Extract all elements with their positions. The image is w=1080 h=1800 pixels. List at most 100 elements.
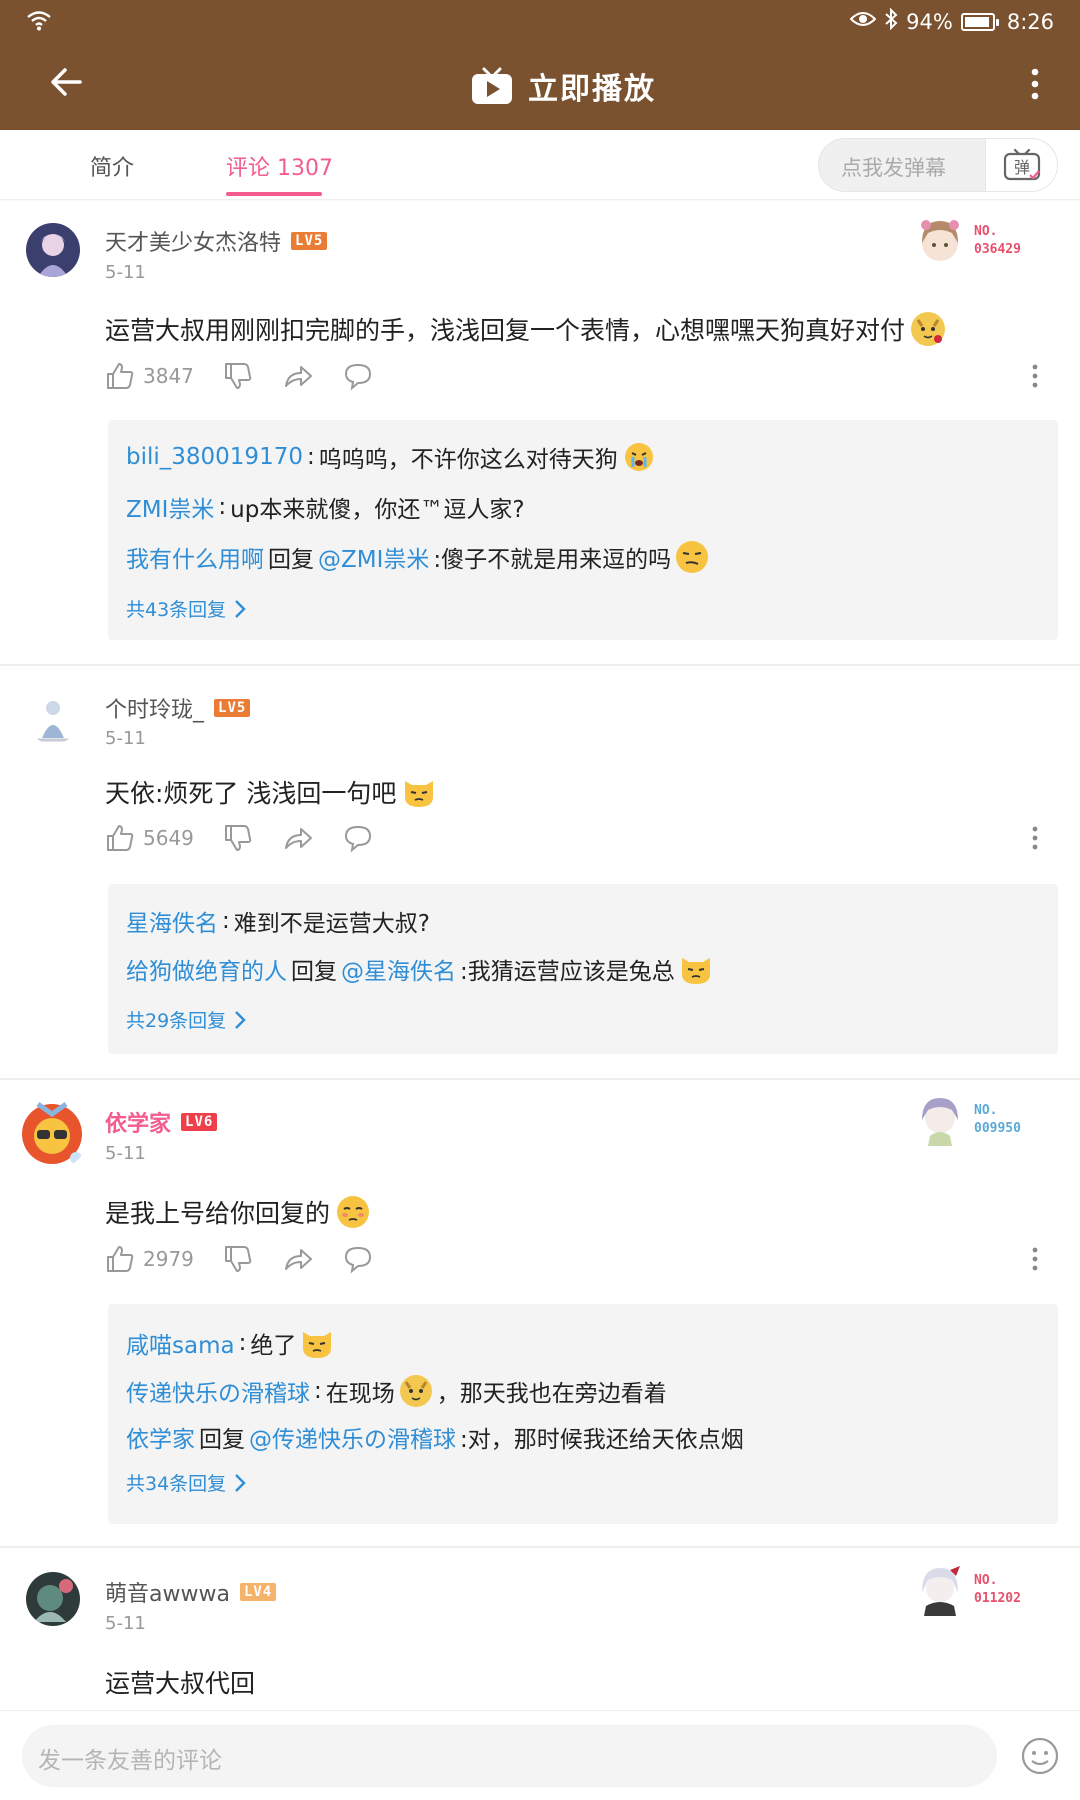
view-all-replies-link[interactable]: 共34条回复 <box>126 1469 246 1496</box>
chevron-right-icon <box>235 1010 246 1029</box>
like-count: 5649 <box>143 826 194 850</box>
reply-text: 在现场 <box>325 1381 395 1407</box>
avatar[interactable] <box>26 690 80 744</box>
reply-target[interactable]: @传递快乐の滑稽球 <box>249 1420 456 1454</box>
avatar[interactable] <box>26 1572 80 1626</box>
comment-actions: 2979 <box>105 1244 1055 1284</box>
reply-username[interactable]: bili_380019170 <box>126 444 303 470</box>
comment-menu-button[interactable] <box>1030 1244 1040 1274</box>
comment-compose-bar: 发一条友善的评论 <box>0 1710 1080 1800</box>
back-button[interactable] <box>40 58 90 108</box>
doge-emoji-icon <box>399 1374 433 1408</box>
fan-avatar-icon <box>921 220 959 261</box>
share-icon <box>285 366 312 387</box>
cat-emoji-icon <box>300 1326 334 1360</box>
like-count: 2979 <box>143 1247 194 1271</box>
reply-preview-box[interactable]: 星海佚名: 难到不是运营大叔? 给狗做绝育的人 回复 @星海佚名 :我猜运营应该… <box>108 884 1058 1054</box>
comment-menu-button[interactable] <box>1030 823 1040 853</box>
speech-bubble-icon <box>344 825 372 853</box>
reply-item[interactable]: 星海佚名: 难到不是运营大叔? <box>126 904 430 938</box>
reply-button[interactable] <box>343 823 373 853</box>
emoji-picker-button[interactable] <box>1020 1736 1060 1776</box>
active-tab-indicator <box>226 192 322 196</box>
danmaku-toggle-button[interactable]: 弹 <box>985 139 1057 191</box>
avatar[interactable] <box>14 1094 90 1170</box>
reply-username[interactable]: 咸喵sama <box>126 1326 235 1360</box>
dislike-button[interactable] <box>223 1244 253 1274</box>
reply-text: :傻子不就是用来逗的吗 <box>433 547 672 573</box>
reply-username[interactable]: 传递快乐の滑稽球 <box>126 1374 310 1408</box>
reply-item[interactable]: bili_380019170: 呜呜呜，不许你这么对待天狗 <box>126 440 656 474</box>
like-button[interactable]: 5649 <box>105 823 194 853</box>
level-badge: LV4 <box>239 1583 277 1601</box>
reply-item[interactable]: 给狗做绝育的人 回复 @星海佚名 :我猜运营应该是兔总 <box>126 952 713 986</box>
danmaku-input[interactable]: 点我发弹幕 弹 <box>818 138 1058 192</box>
share-button[interactable] <box>283 1244 313 1274</box>
doge-rose-emoji-icon <box>911 312 946 346</box>
reply-button[interactable] <box>343 1244 373 1274</box>
chevron-right-icon <box>235 1473 246 1492</box>
play-now-label: 立即播放 <box>528 72 656 107</box>
tab-bar: 简介 评论 1307 点我发弹幕 弹 <box>0 130 1080 200</box>
more-options-button[interactable] <box>1020 60 1050 110</box>
status-bar: 94% 8:26 <box>0 0 1080 44</box>
comment-username[interactable]: 萌音awwwa LV4 <box>105 1576 277 1608</box>
comment-date: 5-11 <box>105 1143 146 1164</box>
clock: 8:26 <box>1006 9 1054 34</box>
reply-item[interactable]: 咸喵sama: 绝了 <box>126 1326 334 1360</box>
avatar[interactable] <box>26 223 80 277</box>
reply-item[interactable]: 传递快乐の滑稽球: 在现场 ，那天我也在旁边看着 <box>126 1374 667 1408</box>
reply-username[interactable]: 我有什么用啊 <box>126 540 264 574</box>
like-button[interactable]: 3847 <box>105 361 194 391</box>
like-button[interactable]: 2979 <box>105 1244 194 1274</box>
reply-username[interactable]: 给狗做绝育的人 <box>126 952 287 986</box>
share-button[interactable] <box>283 361 313 391</box>
reply-keyword: 回复 <box>199 1427 245 1453</box>
bluetooth-icon <box>884 7 898 35</box>
shy-emoji-icon <box>336 1195 370 1229</box>
fan-badge[interactable]: NO. 036429 <box>912 213 1062 269</box>
reply-text: 难到不是运营大叔? <box>233 911 430 937</box>
username-text: 天才美少女杰洛特 <box>105 231 282 256</box>
more-vertical-icon <box>1032 1247 1038 1271</box>
reply-item[interactable]: 我有什么用啊 回复 @ZMI祟米 :傻子不就是用来逗的吗 <box>126 540 709 574</box>
thumbs-down-icon <box>225 1246 252 1272</box>
tab-comments[interactable]: 评论 1307 <box>226 150 333 182</box>
reply-button[interactable] <box>343 361 373 391</box>
comment-input[interactable]: 发一条友善的评论 <box>22 1725 997 1787</box>
comment-username[interactable]: 天才美少女杰洛特 LV5 <box>105 225 328 257</box>
dislike-button[interactable] <box>223 361 253 391</box>
reply-preview-box[interactable]: 咸喵sama: 绝了 传递快乐の滑稽球: 在现场 ，那天我也在旁边看着 依学家 … <box>108 1304 1058 1524</box>
comment-username[interactable]: 个时玲珑_ LV5 <box>105 692 251 724</box>
cat-emoji-icon <box>402 775 436 809</box>
thumbs-up-icon <box>107 1246 134 1272</box>
view-all-replies-link[interactable]: 共43条回复 <box>126 595 246 622</box>
level-badge: LV6 <box>181 1113 218 1131</box>
fan-badge[interactable]: NO. 009950 <box>912 1092 1062 1148</box>
comment-text-content: 是我上号给你回复的 <box>105 1199 331 1228</box>
wifi-icon <box>26 8 52 37</box>
reply-text: up本来就傻，你还™逗人家? <box>230 497 525 523</box>
app-bar: 立即播放 <box>0 44 1080 130</box>
reply-username[interactable]: 依学家 <box>126 1420 195 1454</box>
dislike-button[interactable] <box>223 823 253 853</box>
reply-target[interactable]: @星海佚名 <box>341 952 456 986</box>
comment-username[interactable]: 依学家 LV6 <box>105 1106 218 1138</box>
reply-item[interactable]: 依学家 回复 @传递快乐の滑稽球 :对，那时候我还给天依点烟 <box>126 1420 744 1454</box>
reply-preview-box[interactable]: bili_380019170: 呜呜呜，不许你这么对待天狗 ZMI祟米: up本… <box>108 420 1058 640</box>
reply-username[interactable]: 星海佚名 <box>126 904 218 938</box>
reply-keyword: 回复 <box>291 959 337 985</box>
play-now-button[interactable]: 立即播放 <box>470 58 656 114</box>
battery-percent: 94% <box>906 9 953 34</box>
status-indicators: 94% 8:26 <box>849 7 1054 35</box>
reply-item[interactable]: ZMI祟米: up本来就傻，你还™逗人家? <box>126 490 525 524</box>
reply-username[interactable]: ZMI祟米 <box>126 490 214 524</box>
view-all-replies-link[interactable]: 共29条回复 <box>126 1006 246 1033</box>
share-button[interactable] <box>283 823 313 853</box>
tab-intro[interactable]: 简介 <box>90 150 134 182</box>
reply-target[interactable]: @ZMI祟米 <box>318 540 429 574</box>
reply-separator: : <box>238 1330 247 1356</box>
reply-separator: : <box>306 444 315 470</box>
fan-badge[interactable]: NO. 011202 <box>912 1562 1062 1618</box>
comment-menu-button[interactable] <box>1030 361 1040 391</box>
